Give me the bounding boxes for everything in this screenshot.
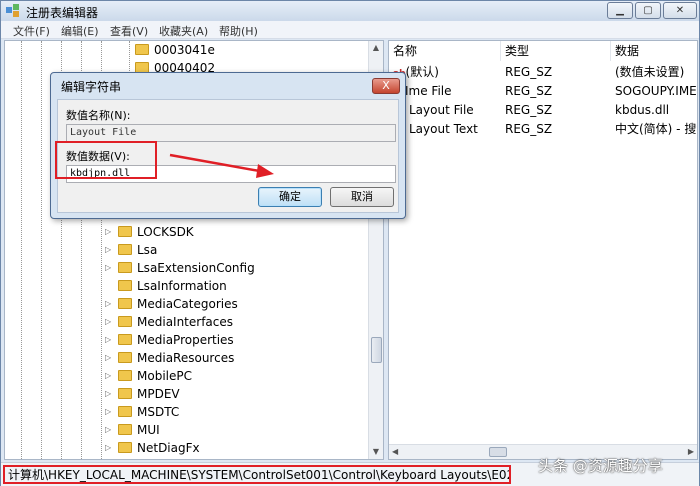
menu-file[interactable]: 文件(F) xyxy=(13,23,50,39)
tree-item[interactable]: MobilePC xyxy=(118,367,192,385)
value-row-type: REG_SZ xyxy=(505,84,553,98)
menu-view[interactable]: 查看(V) xyxy=(110,23,148,39)
value-row-type: REG_SZ xyxy=(505,122,553,136)
expand-arrow-icon[interactable]: ▷ xyxy=(105,331,111,349)
tree-item[interactable]: MediaResources xyxy=(118,349,234,367)
tree-item[interactable]: LOCKSDK xyxy=(118,223,194,241)
tree-item[interactable]: 0003041e xyxy=(135,41,215,59)
annotation-highlight-box xyxy=(55,141,157,179)
folder-icon xyxy=(118,442,132,453)
scroll-thumb[interactable] xyxy=(371,337,382,363)
cancel-button[interactable]: 取消 xyxy=(330,187,394,207)
tree-item[interactable]: MediaProperties xyxy=(118,331,234,349)
registry-path: 计算机\HKEY_LOCAL_MACHINE\SYSTEM\ControlSet… xyxy=(3,465,511,484)
expand-arrow-icon[interactable]: ▷ xyxy=(105,241,111,259)
folder-icon xyxy=(118,352,132,363)
column-header-data[interactable]: 数据 xyxy=(611,41,697,61)
value-row-type: REG_SZ xyxy=(505,103,553,117)
folder-icon xyxy=(118,388,132,399)
folder-icon xyxy=(118,424,132,435)
maximize-button[interactable]: ▢ xyxy=(635,2,661,19)
value-row-data: kbdus.dll xyxy=(615,103,670,117)
annotation-arrow-icon xyxy=(169,153,274,178)
column-header-type[interactable]: 类型 xyxy=(501,41,611,61)
folder-icon xyxy=(118,244,132,255)
value-name-field: Layout File xyxy=(66,124,396,142)
folder-icon xyxy=(118,298,132,309)
window-title: 注册表编辑器 xyxy=(26,6,99,20)
folder-icon xyxy=(118,226,132,237)
scroll-up-icon[interactable]: ▲ xyxy=(369,41,383,55)
expand-arrow-icon[interactable]: ▷ xyxy=(105,385,111,403)
folder-icon xyxy=(118,334,132,345)
value-row-data: 中文(简体) - 搜狗 xyxy=(615,122,697,136)
expand-arrow-icon[interactable]: ▷ xyxy=(105,367,111,385)
value-row-name[interactable]: Layout File xyxy=(409,101,474,120)
tree-guide-line xyxy=(21,41,22,459)
tree-item[interactable]: MediaInterfaces xyxy=(118,313,233,331)
value-name-label: 数值名称(N): xyxy=(66,109,131,122)
tree-item[interactable]: MPDEV xyxy=(118,385,180,403)
dialog-title: 编辑字符串 xyxy=(61,80,122,94)
expand-arrow-icon[interactable]: ▷ xyxy=(105,223,111,241)
values-list-pane[interactable]: 名称 类型 数据 ab(默认) REG_SZ (数值未设置) Ime File … xyxy=(388,40,698,460)
ok-button[interactable]: 确定 xyxy=(258,187,322,207)
folder-icon xyxy=(118,406,132,417)
tree-item[interactable]: LsaInformation xyxy=(118,277,227,295)
scroll-right-icon[interactable]: ▶ xyxy=(688,445,694,459)
menu-bar: 文件(F) 编辑(E) 查看(V) 收藏夹(A) 帮助(H) xyxy=(1,21,699,39)
watermark-text: 头条 @资源趣分享 xyxy=(538,457,663,475)
tree-guide-line xyxy=(41,41,42,459)
minimize-button[interactable]: ▁ xyxy=(607,2,633,19)
tree-item[interactable]: Lsa xyxy=(118,241,157,259)
folder-icon xyxy=(135,44,149,55)
tree-item[interactable]: NetDiagFx xyxy=(118,439,200,457)
value-row-data: (数值未设置) xyxy=(615,65,685,79)
dialog-close-button[interactable]: X xyxy=(372,78,400,94)
tree-item[interactable]: MediaCategories xyxy=(118,295,238,313)
menu-favorites[interactable]: 收藏夹(A) xyxy=(159,23,208,39)
expand-arrow-icon[interactable]: ▷ xyxy=(105,259,111,277)
expand-arrow-icon[interactable]: ▷ xyxy=(105,313,111,331)
column-header-name[interactable]: 名称 xyxy=(389,41,501,61)
value-row-data: SOGOUPY.IME xyxy=(615,84,697,98)
expand-arrow-icon[interactable]: ▷ xyxy=(105,295,111,313)
expand-arrow-icon[interactable]: ▷ xyxy=(105,403,111,421)
tree-item[interactable]: MSDTC xyxy=(118,403,179,421)
folder-icon xyxy=(118,262,132,273)
value-row-type: REG_SZ xyxy=(505,65,553,79)
value-row-name[interactable]: Layout Text xyxy=(409,120,478,139)
scroll-left-icon[interactable]: ◀ xyxy=(392,445,398,459)
regedit-icon xyxy=(6,4,19,17)
menu-edit[interactable]: 编辑(E) xyxy=(61,23,99,39)
tree-item[interactable]: MUI xyxy=(118,421,160,439)
expand-arrow-icon[interactable]: ▷ xyxy=(105,421,111,439)
scroll-down-icon[interactable]: ▼ xyxy=(369,445,383,459)
value-row-name[interactable]: Ime File xyxy=(405,82,452,101)
expand-arrow-icon[interactable]: ▷ xyxy=(105,349,111,367)
title-bar: 注册表编辑器 ▁ ▢ ✕ xyxy=(1,1,699,21)
folder-icon xyxy=(118,370,132,381)
expand-arrow-icon[interactable]: ▷ xyxy=(105,439,111,457)
close-button[interactable]: ✕ xyxy=(663,2,697,19)
folder-icon xyxy=(118,316,132,327)
tree-item[interactable]: LsaExtensionConfig xyxy=(118,259,255,277)
menu-help[interactable]: 帮助(H) xyxy=(219,23,258,39)
scroll-thumb[interactable] xyxy=(489,447,507,457)
folder-icon xyxy=(118,280,132,291)
